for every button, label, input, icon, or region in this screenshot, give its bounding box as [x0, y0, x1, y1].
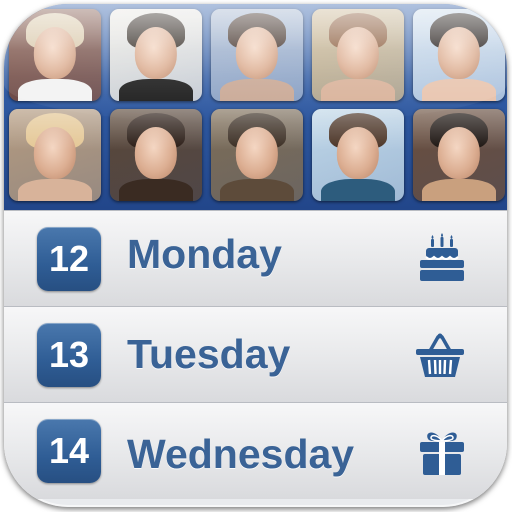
photo-woman-earrings	[413, 109, 505, 201]
day-name-label: Monday	[127, 231, 282, 277]
day-list: 12 Monday 13 Tuesday 14 Wednesday	[4, 210, 507, 507]
shopping-basket-icon	[416, 333, 464, 377]
day-row-tuesday[interactable]: 13 Tuesday	[4, 306, 507, 403]
day-row-monday[interactable]: 12 Monday	[4, 210, 507, 307]
photo-man-smiling	[211, 109, 303, 201]
photo-man-dark-shirt	[110, 9, 202, 101]
photo-woman-profile	[413, 9, 505, 101]
app-icon[interactable]: 12 Monday 13 Tuesday 14 Wednesday	[4, 4, 507, 507]
photo-girl-smiling	[312, 9, 404, 101]
day-name-label: Tuesday	[127, 331, 291, 377]
birthday-cake-icon	[420, 233, 464, 281]
photo-child-sleeveless-top	[9, 9, 101, 101]
day-number-badge: 12	[37, 227, 101, 291]
photo-girl-open-mouth	[211, 9, 303, 101]
day-number-badge: 13	[37, 323, 101, 387]
day-number-badge: 14	[37, 419, 101, 483]
photo-young-man	[312, 109, 404, 201]
photo-blonde-woman	[9, 109, 101, 201]
day-name-label: Wednesday	[127, 431, 355, 477]
gift-box-icon	[420, 432, 464, 475]
photo-dark-haired-woman	[110, 109, 202, 201]
day-row-wednesday[interactable]: 14 Wednesday	[4, 402, 507, 499]
photo-grid	[4, 4, 507, 210]
